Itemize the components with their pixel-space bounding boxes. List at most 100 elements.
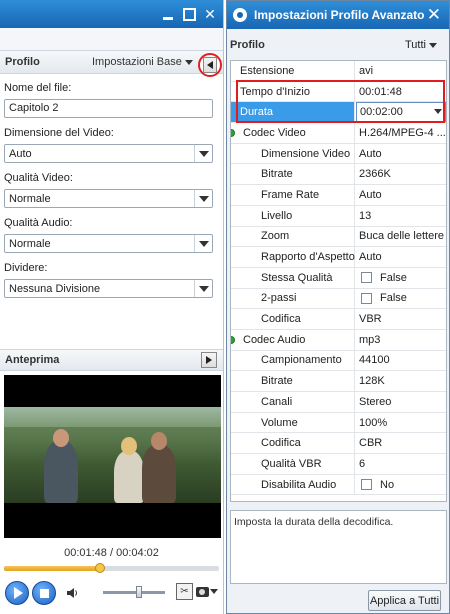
property-row[interactable]: Volume 100% xyxy=(231,412,446,434)
property-key: Dimensione Video xyxy=(231,143,355,164)
property-row[interactable]: Bitrate 2366K xyxy=(231,164,446,186)
profile-label: Profilo xyxy=(5,56,40,68)
audio-quality-select[interactable]: Normale xyxy=(4,234,213,253)
seek-bar[interactable] xyxy=(4,563,219,573)
property-value[interactable]: 44100 xyxy=(356,351,446,371)
property-value[interactable]: Stereo xyxy=(356,392,446,412)
property-row[interactable]: Canali Stereo xyxy=(231,392,446,413)
profile-mode-dropdown[interactable]: Impostazioni Base xyxy=(92,56,193,68)
minimize-icon[interactable] xyxy=(161,7,175,21)
property-value-text: 44100 xyxy=(359,354,390,367)
chevron-down-icon xyxy=(210,589,218,594)
property-key: Volume xyxy=(231,412,355,433)
checkbox[interactable] xyxy=(361,292,372,304)
property-key: Bitrate xyxy=(231,371,355,391)
property-value[interactable]: avi xyxy=(356,61,446,81)
video-preview[interactable] xyxy=(4,375,221,538)
property-value[interactable]: 128K xyxy=(356,371,446,391)
property-key-text: Codifica xyxy=(261,437,301,450)
speaker-icon[interactable] xyxy=(67,587,79,599)
property-value[interactable]: 13 xyxy=(356,206,446,226)
video-quality-select[interactable]: Normale xyxy=(4,189,213,208)
property-key: Canali xyxy=(231,392,355,412)
property-key: 2-passi xyxy=(231,288,355,309)
property-row[interactable]: Qualità VBR 6 xyxy=(231,454,446,475)
property-key-text: Zoom xyxy=(261,230,290,243)
property-row[interactable]: Zoom Buca delle lettere xyxy=(231,226,446,248)
property-key-text: Codec Video xyxy=(243,126,306,139)
property-row[interactable]: Campionamento 44100 xyxy=(231,350,446,372)
property-row[interactable]: Estensione avi xyxy=(231,61,446,82)
close-icon[interactable]: ✕ xyxy=(203,7,217,21)
property-value-text: Buca delle lettere xyxy=(359,230,444,243)
seek-handle[interactable] xyxy=(95,563,106,573)
property-key: Codifica xyxy=(231,433,355,454)
volume-slider[interactable] xyxy=(103,591,165,594)
stop-button[interactable] xyxy=(32,581,56,605)
property-value[interactable]: CBR xyxy=(356,433,446,453)
checkbox[interactable] xyxy=(361,272,372,284)
profile-filter-dropdown[interactable]: Tutti xyxy=(405,39,437,51)
property-row[interactable]: Livello 13 xyxy=(231,205,446,227)
property-key: Stessa Qualità xyxy=(231,267,355,288)
snapshot-button[interactable] xyxy=(196,583,218,600)
property-value[interactable]: Auto xyxy=(356,185,446,205)
property-value-text: 128K xyxy=(359,375,385,388)
property-value[interactable]: mp3 xyxy=(356,330,446,350)
property-value[interactable]: No xyxy=(356,475,446,495)
audio-quality-label: Qualità Audio: xyxy=(4,217,73,229)
property-value-text: False xyxy=(380,271,407,284)
property-value-text: 00:01:48 xyxy=(359,85,402,98)
property-row[interactable]: Codifica CBR xyxy=(231,433,446,455)
filename-input[interactable]: Capitolo 2 xyxy=(4,99,213,118)
property-row[interactable]: Durata 00:02:00 xyxy=(231,102,446,124)
property-value[interactable]: False xyxy=(356,289,446,309)
property-value[interactable]: H.264/MPEG-4 ... xyxy=(356,123,446,143)
clip-icon[interactable]: ✂ xyxy=(176,583,193,600)
dialog-profile-label: Profilo xyxy=(230,38,265,51)
property-row[interactable]: Dimensione Video Auto xyxy=(231,143,446,165)
chevron-down-icon xyxy=(429,42,437,48)
apply-all-button[interactable]: Applica a Tutti xyxy=(368,590,441,611)
property-key: Livello xyxy=(231,205,355,226)
checkbox[interactable] xyxy=(361,479,372,491)
property-value[interactable]: 100% xyxy=(356,413,446,433)
preview-expand-button[interactable] xyxy=(201,352,217,368)
close-icon[interactable]: ✕ xyxy=(427,5,441,25)
property-row[interactable]: Frame Rate Auto xyxy=(231,185,446,206)
property-key-text: Dimensione Video xyxy=(261,147,351,160)
property-value[interactable]: 6 xyxy=(356,454,446,474)
property-value[interactable]: Auto xyxy=(356,144,446,164)
property-row[interactable]: Tempo d'Inizio 00:01:48 xyxy=(231,81,446,103)
advanced-toggle-button[interactable] xyxy=(198,53,222,77)
preview-label: Anteprima xyxy=(5,354,60,366)
property-value[interactable]: 00:02:00 xyxy=(356,102,446,123)
split-select[interactable]: Nessuna Divisione xyxy=(4,279,213,298)
property-row[interactable]: Rapporto d'Aspetto Auto xyxy=(231,247,446,268)
property-key-text: Codifica xyxy=(261,313,301,326)
property-row[interactable]: Stessa Qualità False xyxy=(231,267,446,289)
maximize-icon[interactable] xyxy=(182,7,196,21)
property-value[interactable]: 00:01:48 xyxy=(356,82,446,102)
video-size-select[interactable]: Auto xyxy=(4,144,213,163)
property-value[interactable]: VBR xyxy=(356,309,446,329)
property-value[interactable]: False xyxy=(356,268,446,288)
chevron-down-icon[interactable] xyxy=(434,109,442,115)
property-value[interactable]: Buca delle lettere xyxy=(356,227,446,247)
property-value-text: 100% xyxy=(359,416,388,429)
property-value[interactable]: Auto xyxy=(356,247,446,267)
video-quality-value: Normale xyxy=(9,193,51,205)
property-key-text: Qualità VBR xyxy=(261,457,322,470)
volume-handle[interactable] xyxy=(135,586,142,598)
property-row[interactable]: Codec Video H.264/MPEG-4 ... xyxy=(231,123,446,144)
play-button[interactable] xyxy=(5,581,29,605)
property-value-text: 6 xyxy=(359,457,366,470)
property-row[interactable]: Codifica VBR xyxy=(231,309,446,330)
property-value[interactable]: 2366K xyxy=(356,164,446,184)
property-key-text: Bitrate xyxy=(261,375,293,388)
property-row[interactable]: Disabilita Audio No xyxy=(231,474,446,496)
property-row[interactable]: Codec Audio mp3 xyxy=(231,329,446,351)
property-row[interactable]: Bitrate 128K xyxy=(231,371,446,392)
property-key: Zoom xyxy=(231,226,355,247)
property-row[interactable]: 2-passi False xyxy=(231,288,446,310)
